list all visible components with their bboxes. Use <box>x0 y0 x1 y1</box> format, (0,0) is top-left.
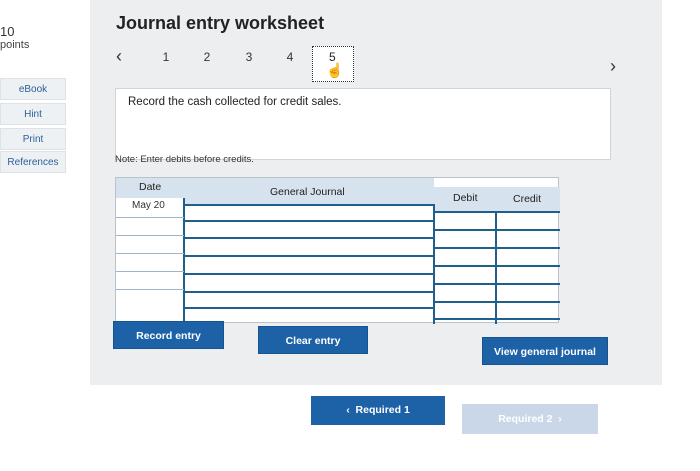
amount-row-border <box>434 283 560 285</box>
next-tab-arrow-icon[interactable]: › <box>610 56 616 77</box>
date-cell[interactable]: May 20 <box>116 200 184 211</box>
tab-1[interactable]: 1 <box>160 50 172 64</box>
worksheet-title: Journal entry worksheet <box>116 13 325 33</box>
amount-row-border <box>434 211 560 213</box>
view-general-journal-button[interactable]: View general journal <box>482 337 608 365</box>
account-row-border <box>184 204 434 206</box>
hand-pointer-icon: ☝ <box>326 62 344 78</box>
tab-2[interactable]: 2 <box>201 50 213 64</box>
account-row-border <box>184 291 434 293</box>
tab-3[interactable]: 3 <box>243 50 255 64</box>
amount-row-border <box>434 265 560 267</box>
required-1-button[interactable]: ‹ Required 1 <box>311 396 445 425</box>
row-rule <box>116 253 184 254</box>
amount-row-border <box>434 301 560 303</box>
account-row-border <box>184 307 434 309</box>
clear-entry-button[interactable]: Clear entry <box>258 326 368 354</box>
amount-row-border <box>434 318 560 320</box>
required-2-button[interactable]: Required 2 › <box>462 404 598 434</box>
debit-header: Debit <box>453 192 478 204</box>
sidebar: 10 points eBook Hint Print References <box>0 0 68 471</box>
required-2-label: Required 2 <box>498 413 553 425</box>
account-row-border <box>184 273 434 275</box>
prev-tab-arrow-icon[interactable]: ‹ <box>116 46 122 67</box>
tab-5[interactable]: 5 ☝ <box>312 46 354 82</box>
print-link[interactable]: Print <box>0 128 66 150</box>
tab-4[interactable]: 4 <box>284 50 296 64</box>
amount-row-border <box>434 247 560 249</box>
ebook-link[interactable]: eBook <box>0 78 66 100</box>
row-rule <box>116 217 184 218</box>
hint-link[interactable]: Hint <box>0 103 66 125</box>
instruction-box: Record the cash collected for credit sal… <box>115 88 611 160</box>
general-journal-header: General Journal <box>270 186 345 198</box>
row-rule <box>116 235 184 236</box>
row-rule <box>116 289 184 290</box>
journal-table: Date General Journal Debit Credit May 20 <box>115 177 560 324</box>
points-label: points <box>0 39 30 51</box>
amount-row-border <box>434 229 560 231</box>
references-link[interactable]: References <box>0 151 66 173</box>
account-row-border <box>184 255 434 257</box>
column-divider <box>433 204 435 324</box>
chevron-right-icon: › <box>552 413 562 425</box>
row-rule <box>116 271 184 272</box>
record-entry-button[interactable]: Record entry <box>113 321 224 349</box>
chevron-left-icon: ‹ <box>346 404 356 416</box>
credit-header: Credit <box>513 193 542 205</box>
account-row-border <box>184 237 434 239</box>
account-row-border <box>184 220 434 222</box>
required-1-label: Required 1 <box>355 404 410 416</box>
column-divider <box>495 211 497 324</box>
points-value: 10 <box>0 24 15 39</box>
instruction-text: Record the cash collected for credit sal… <box>128 96 342 108</box>
note-text: Note: Enter debits before credits. <box>115 154 254 165</box>
date-header: Date <box>139 181 162 193</box>
